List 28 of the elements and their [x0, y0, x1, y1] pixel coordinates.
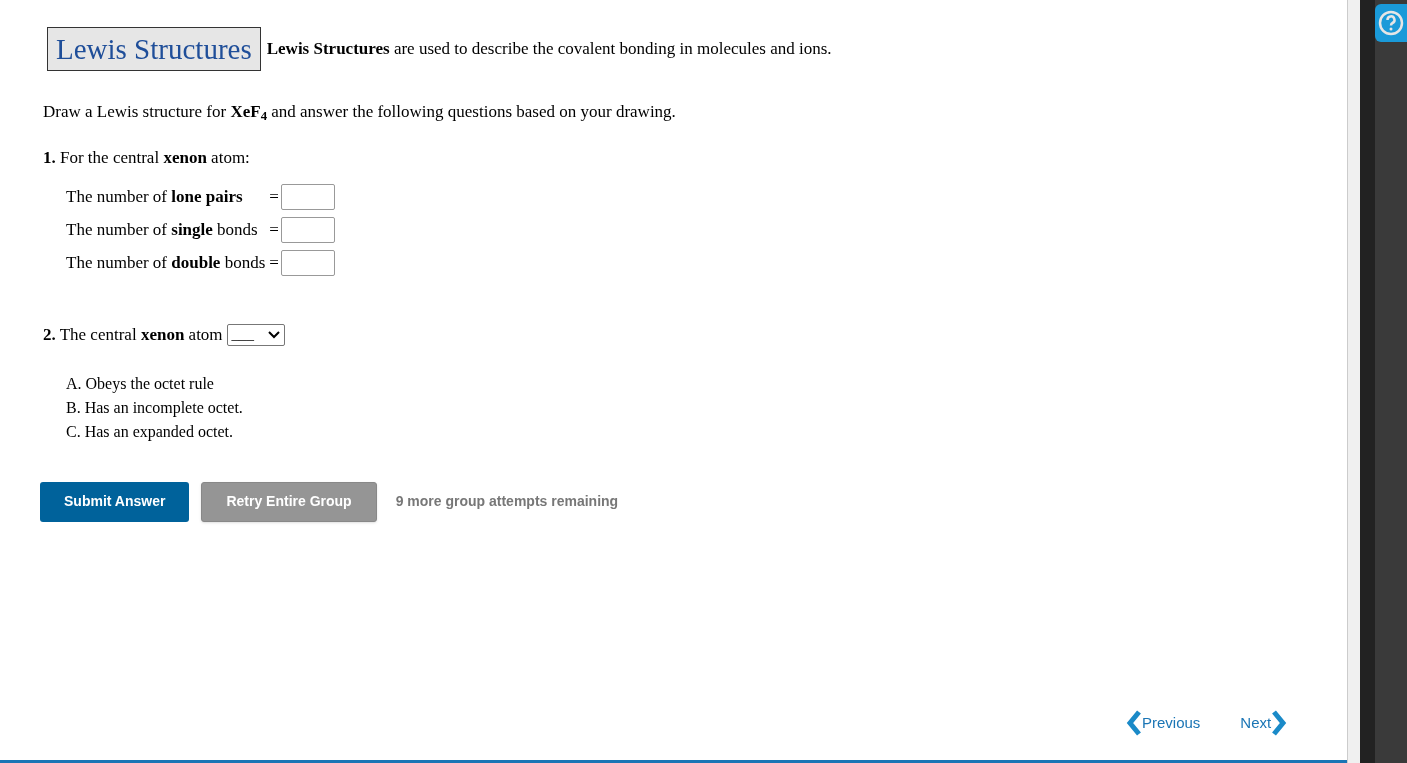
- answer-option: B. Has an incomplete octet.: [66, 395, 1347, 420]
- chevron-right-icon: [1271, 710, 1288, 736]
- retry-button[interactable]: Retry Entire Group: [201, 481, 377, 522]
- previous-link[interactable]: Previous: [1126, 710, 1201, 736]
- field-label: The number of lone pairs: [66, 186, 244, 209]
- attempts-remaining: 9 more group attempts remaining: [395, 492, 619, 511]
- question-text: 2. The central xenon atom: [43, 324, 223, 346]
- field-label: The number of double bonds: [66, 252, 266, 275]
- next-link[interactable]: Next: [1240, 710, 1288, 736]
- answer-option: C. Has an expanded octet.: [66, 419, 1347, 444]
- section-title: Lewis Structures: [47, 27, 261, 71]
- question-text: 1. For the central xenon atom:: [42, 146, 251, 169]
- intro-sentence: Lewis Structures are used to describe the covalent bonding in molecules and ions.: [266, 38, 832, 61]
- chevron-down-icon: [267, 330, 280, 339]
- field-label: The number of single bonds: [66, 219, 259, 242]
- answer-dropdown[interactable]: ___: [226, 323, 285, 346]
- answer-field[interactable]: [280, 250, 335, 276]
- answer-field[interactable]: [280, 217, 335, 243]
- submit-button[interactable]: Submit Answer: [40, 481, 190, 522]
- question-prompt: Draw a Lewis structure for XeF$_{4}$ and answer the following questions based on your drawing.: [42, 101, 677, 125]
- answer-field[interactable]: [280, 184, 335, 210]
- equals-sign: =: [269, 186, 279, 209]
- equals-sign: =: [269, 219, 279, 242]
- help-icon: [1378, 10, 1404, 36]
- chevron-left-icon: [1126, 710, 1142, 736]
- help-button[interactable]: [1375, 4, 1407, 42]
- answer-option: A. Obeys the octet rule: [66, 371, 1347, 396]
- equals-sign: =: [269, 252, 279, 275]
